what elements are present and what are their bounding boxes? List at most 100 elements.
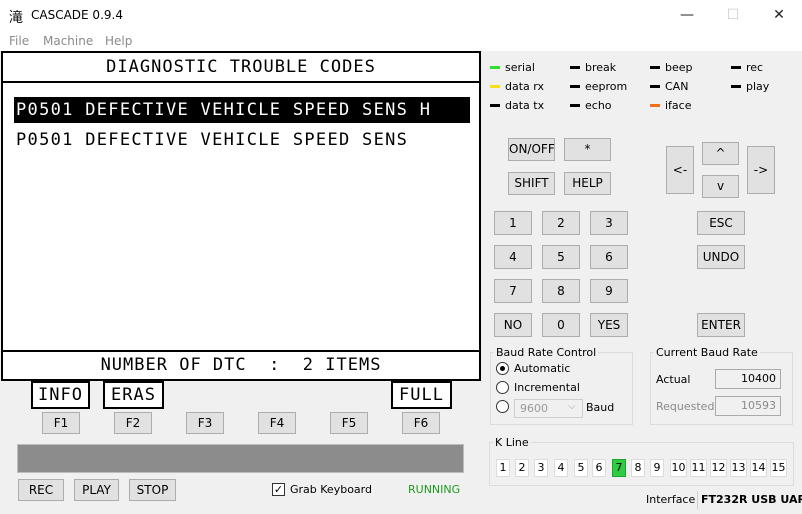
led-label: data rx [505, 80, 545, 93]
esc-button[interactable]: ESC [697, 211, 745, 235]
led-label: beep [665, 61, 693, 74]
led-label: serial [505, 61, 535, 74]
close-button[interactable]: ✕ [756, 0, 802, 31]
k-line-cell-7[interactable]: 7 [612, 459, 626, 477]
interface-label: Interface [646, 493, 696, 506]
led-iface-indicator [650, 104, 660, 107]
minimize-button[interactable]: — [664, 0, 710, 31]
lcd-header: DIAGNOSTIC TROUBLE CODES [3, 53, 479, 83]
yes-button[interactable]: YES [590, 313, 628, 337]
lcd-footer: NUMBER OF DTC : 2 ITEMS [3, 350, 479, 379]
enter-button[interactable]: ENTER [697, 313, 745, 337]
right-arrow-button[interactable]: -> [747, 146, 775, 194]
led-data-rx-indicator [490, 85, 500, 88]
baud-label: Baud [586, 401, 615, 414]
lcd-line-selected: P0501 DEFECTIVE VEHICLE SPEED SENS H [14, 97, 470, 123]
k-line-cell-2[interactable]: 2 [515, 459, 529, 477]
led-play-indicator [731, 85, 741, 88]
key-0-button[interactable]: 0 [542, 313, 580, 337]
lcd-line: P0501 DEFECTIVE VEHICLE SPEED SENS [16, 130, 409, 150]
app-icon: 滝 [9, 10, 23, 26]
led-label: play [746, 80, 770, 93]
led-rec-indicator [731, 66, 741, 69]
softkey-label-f1: INFO [31, 381, 90, 409]
led-can-indicator [650, 85, 660, 88]
k-line-cell-4[interactable]: 4 [554, 459, 568, 477]
k-line-cell-5[interactable]: 5 [574, 459, 588, 477]
k-line-cell-12[interactable]: 12 [710, 459, 727, 477]
automatic-label: Automatic [514, 362, 571, 375]
key-8-button[interactable]: 8 [542, 279, 580, 303]
menu-bar: File Machine Help [0, 31, 802, 51]
incremental-radio[interactable] [496, 381, 509, 394]
k-line-cell-9[interactable]: 9 [650, 459, 664, 477]
led-label: CAN [665, 80, 689, 93]
k-line-cell-10[interactable]: 10 [670, 459, 687, 477]
actual-label: Actual [656, 373, 691, 386]
k-line-cell-1[interactable]: 1 [496, 459, 510, 477]
key-4-button[interactable]: 4 [494, 245, 532, 269]
key-1-button[interactable]: 1 [494, 211, 532, 235]
led-label: rec [746, 61, 764, 74]
led-break-indicator [570, 66, 580, 69]
f6-button[interactable]: F6 [402, 412, 440, 434]
k-line-cell-15[interactable]: 15 [770, 459, 787, 477]
help-button[interactable]: HELP [564, 172, 611, 195]
led-label: break [585, 61, 617, 74]
up-arrow-button[interactable]: ^ [702, 142, 739, 165]
on-off-button[interactable]: ON/OFF [508, 138, 555, 161]
interface-value-field: FT232R USB UAR [697, 491, 802, 509]
menu-file[interactable]: File [9, 34, 29, 48]
k-line-cell-6[interactable]: 6 [592, 459, 606, 477]
k-line-cell-8[interactable]: 8 [631, 459, 645, 477]
undo-button[interactable]: UNDO [697, 245, 745, 269]
key-3-button[interactable]: 3 [590, 211, 628, 235]
led-label: eeprom [585, 80, 628, 93]
rec-button[interactable]: REC [18, 479, 64, 501]
f5-button[interactable]: F5 [330, 412, 368, 434]
chevron-down-icon: ⌵ [568, 401, 576, 412]
k-line-cell-3[interactable]: 3 [534, 459, 548, 477]
window-title: CASCADE 0.9.4 [31, 8, 123, 22]
automatic-radio[interactable] [496, 362, 509, 375]
shift-button[interactable]: SHIFT [508, 172, 555, 195]
progress-bar [17, 444, 464, 473]
star-button[interactable]: * [564, 138, 611, 161]
led-data-tx-indicator [490, 104, 500, 107]
down-arrow-button[interactable]: v [702, 175, 739, 198]
title-bar: 滝 CASCADE 0.9.4 — ☐ ✕ [0, 0, 802, 31]
status-text: RUNNING [408, 483, 461, 496]
k-line-cell-11[interactable]: 11 [690, 459, 707, 477]
grab-keyboard-checkbox[interactable]: ✓ [272, 483, 285, 496]
key-5-button[interactable]: 5 [542, 245, 580, 269]
k-line-cell-13[interactable]: 13 [730, 459, 747, 477]
f4-button[interactable]: F4 [258, 412, 296, 434]
requested-label: Requested [656, 400, 715, 413]
key-7-button[interactable]: 7 [494, 279, 532, 303]
lcd-display: DIAGNOSTIC TROUBLE CODES P0501 DEFECTIVE… [1, 51, 481, 381]
led-label: echo [585, 99, 612, 112]
key-6-button[interactable]: 6 [590, 245, 628, 269]
left-arrow-button[interactable]: <- [666, 146, 694, 194]
f2-button[interactable]: F2 [114, 412, 152, 434]
maximize-button[interactable]: ☐ [710, 0, 756, 31]
menu-machine[interactable]: Machine [43, 34, 93, 48]
stop-button[interactable]: STOP [129, 479, 176, 501]
key-2-button[interactable]: 2 [542, 211, 580, 235]
manual-baud-radio[interactable] [496, 400, 509, 413]
current-baud-rate-title: Current Baud Rate [654, 346, 760, 359]
led-label: iface [665, 99, 692, 112]
f3-button[interactable]: F3 [186, 412, 224, 434]
key-9-button[interactable]: 9 [590, 279, 628, 303]
led-serial-indicator [490, 66, 500, 69]
f1-button[interactable]: F1 [42, 412, 80, 434]
interface-value: FT232R USB UAR [701, 493, 802, 506]
status-bar: Interface FT232R USB UAR [484, 490, 802, 514]
play-button[interactable]: PLAY [74, 479, 119, 501]
led-eeprom-indicator [570, 85, 580, 88]
incremental-label: Incremental [514, 381, 580, 394]
baud-select[interactable]: 9600 ⌵ [514, 399, 583, 418]
k-line-cell-14[interactable]: 14 [750, 459, 767, 477]
menu-help[interactable]: Help [105, 34, 132, 48]
no-button[interactable]: NO [494, 313, 532, 337]
